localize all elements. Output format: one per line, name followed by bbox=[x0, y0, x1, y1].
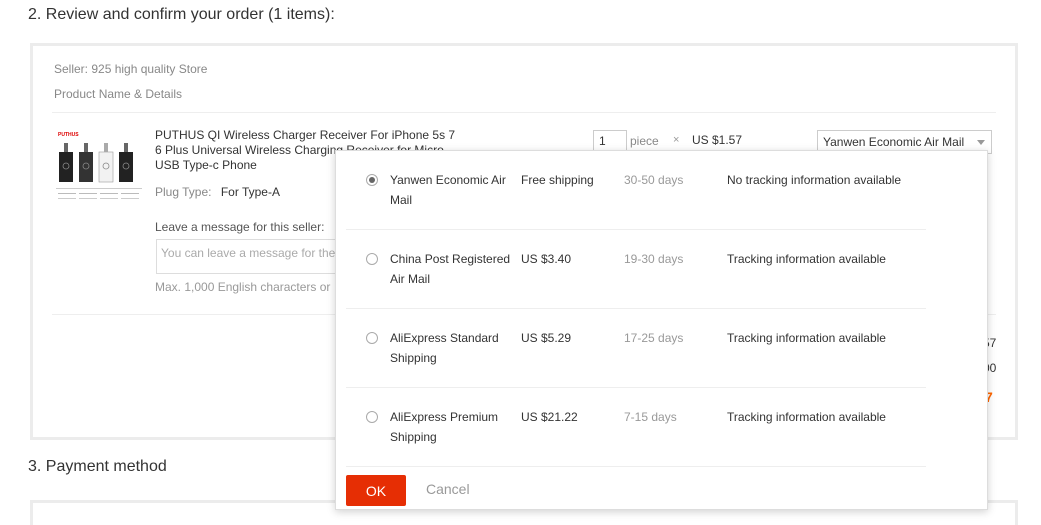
svg-text:PUTHUS: PUTHUS bbox=[58, 132, 79, 138]
radio-icon[interactable] bbox=[366, 332, 378, 344]
seller-name[interactable]: Seller: 925 high quality Store bbox=[54, 62, 207, 76]
radio-selected-icon[interactable] bbox=[366, 174, 378, 186]
shipping-option-days: 17-25 days bbox=[624, 331, 684, 345]
ok-button[interactable]: OK bbox=[346, 475, 406, 506]
shipping-option-name: AliExpress Standard Shipping bbox=[390, 331, 499, 365]
product-header: Product Name & Details bbox=[54, 87, 183, 101]
payment-method-title: 3. Payment method bbox=[28, 458, 167, 475]
shipping-option-row[interactable]: AliExpress Standard Shipping US $5.29 17… bbox=[346, 309, 926, 388]
shipping-option-name: China Post Registered Air Mail bbox=[390, 252, 511, 286]
plug-type-label: Plug Type: bbox=[155, 185, 212, 199]
plug-type: Plug Type: For Type-A bbox=[155, 185, 280, 199]
shipping-options-popup: Yanwen Economic Air Mail Free shipping 3… bbox=[335, 150, 988, 510]
shipping-option-days: 30-50 days bbox=[624, 173, 684, 187]
plug-type-value: For Type-A bbox=[220, 185, 280, 199]
cancel-button[interactable]: Cancel bbox=[426, 481, 470, 497]
times-sign: × bbox=[673, 134, 680, 146]
shipping-option-tracking: No tracking information available bbox=[727, 173, 902, 187]
message-label: Leave a message for this seller: bbox=[155, 220, 325, 234]
shipping-option-cost: US $5.29 bbox=[521, 331, 572, 345]
divider bbox=[52, 112, 996, 113]
message-hint: Max. 1,000 English characters or bbox=[155, 280, 331, 294]
shipping-option-cost: Free shipping bbox=[521, 173, 594, 187]
quantity-input[interactable]: 1 bbox=[593, 130, 627, 152]
unit-price: US $1.57 bbox=[692, 133, 743, 147]
shipping-option-row[interactable]: China Post Registered Air Mail US $3.40 … bbox=[346, 230, 926, 309]
shipping-option-name: Yanwen Economic Air Mail bbox=[390, 173, 506, 207]
chevron-down-icon bbox=[977, 140, 985, 145]
review-order-title: 2. Review and confirm your order (1 item… bbox=[28, 6, 335, 23]
shipping-option-tracking: Tracking information available bbox=[727, 252, 886, 266]
shipping-option-name: AliExpress Premium Shipping bbox=[390, 410, 499, 444]
shipping-option-row[interactable]: Yanwen Economic Air Mail Free shipping 3… bbox=[346, 151, 926, 230]
shipping-option-tracking: Tracking information available bbox=[727, 331, 886, 345]
radio-icon[interactable] bbox=[366, 411, 378, 423]
shipping-option-days: 19-30 days bbox=[624, 252, 684, 266]
shipping-option-tracking: Tracking information available bbox=[727, 410, 886, 424]
shipping-option-cost: US $21.22 bbox=[521, 410, 578, 424]
quantity-unit: piece bbox=[630, 134, 659, 148]
shipping-option-days: 7-15 days bbox=[624, 410, 677, 424]
radio-icon[interactable] bbox=[366, 253, 378, 265]
shipping-method-value: Yanwen Economic Air Mail bbox=[823, 135, 965, 149]
shipping-option-row[interactable]: AliExpress Premium Shipping US $21.22 7-… bbox=[346, 388, 926, 467]
shipping-option-cost: US $3.40 bbox=[521, 252, 572, 266]
message-textarea[interactable]: You can leave a message for the seller bbox=[156, 239, 356, 274]
product-thumbnail[interactable]: PUTHUS bbox=[56, 128, 142, 206]
